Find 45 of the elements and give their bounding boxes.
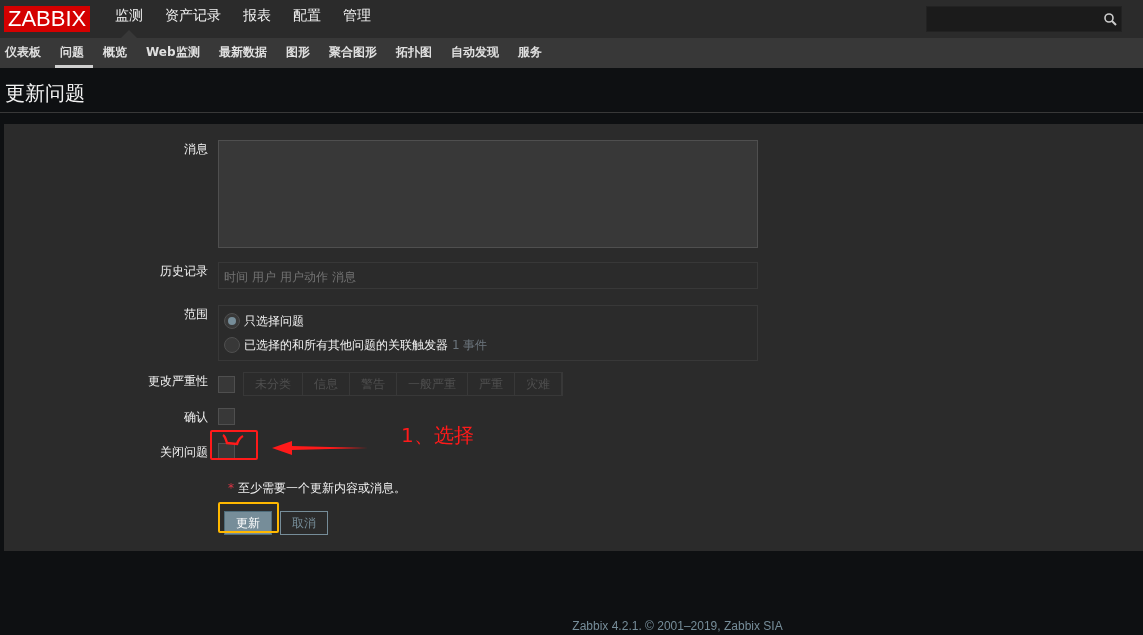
checkbox[interactable] <box>218 375 235 393</box>
submenu-tab[interactable]: 服务 <box>512 38 551 68</box>
submenu-tab[interactable]: 拓扑图 <box>390 38 441 68</box>
page-title: 更新问题 <box>0 68 1143 113</box>
search-icon[interactable] <box>1104 12 1117 26</box>
field-label: 关闭问题 <box>159 444 209 461</box>
highlight-frame <box>210 430 258 460</box>
logo: ZABBIX <box>4 6 91 32</box>
submenu-tab[interactable]: 图形 <box>280 38 319 68</box>
required-note: 至少需要一个更新内容或消息。 <box>238 480 406 497</box>
menu-tab[interactable]: 配置 <box>282 0 333 38</box>
radio-button[interactable] <box>224 313 240 329</box>
submenu-tab[interactable]: 自动发现 <box>445 38 508 68</box>
menu-tab[interactable]: 资产记录 <box>154 0 233 38</box>
event-count: 1 事件 <box>452 337 488 354</box>
field-label: 更改严重性 <box>147 373 209 390</box>
submenu-tab[interactable]: 仪表板 <box>0 38 50 68</box>
annotation-text: 1、选择 <box>401 422 474 449</box>
submenu-tab[interactable]: 最新数据 <box>213 38 276 68</box>
submenu-tab[interactable]: 问题 <box>55 38 93 68</box>
footer-text: Zabbix 4.2.1. © 2001–2019, Zabbix SIA <box>571 618 784 635</box>
menu-tab[interactable]: 监测 <box>104 0 155 38</box>
column-header: 用户动作 <box>280 269 328 283</box>
field-label: 消息 <box>183 141 209 158</box>
radio-label[interactable]: 已选择的和所有其他问题的关联触发器 <box>244 336 448 354</box>
check-scribble-drawing <box>221 433 245 447</box>
column-header: 用户 <box>252 269 276 283</box>
field-label: 历史记录 <box>159 263 209 280</box>
radio-label[interactable]: 只选择问题 <box>244 312 304 330</box>
radio-button[interactable] <box>224 337 240 353</box>
required-mark: * <box>228 480 234 497</box>
menu-tab[interactable]: 报表 <box>232 0 283 38</box>
field-label: 范围 <box>183 306 209 323</box>
highlight-frame <box>218 502 279 533</box>
checkbox[interactable] <box>218 408 235 425</box>
submenu-tab[interactable]: 聚合图形 <box>323 38 386 68</box>
column-header: 消息 <box>332 269 356 283</box>
cancel-button[interactable]: 取消 <box>280 511 328 535</box>
search-field[interactable] <box>926 6 1122 32</box>
message-field[interactable] <box>218 140 758 248</box>
submenu-tab[interactable]: Web监测 <box>141 38 209 68</box>
menu-tab[interactable]: 管理 <box>332 0 383 38</box>
field-label: 确认 <box>183 409 209 426</box>
column-header: 时间 <box>224 269 248 283</box>
submenu-tab[interactable]: 概览 <box>98 38 136 68</box>
